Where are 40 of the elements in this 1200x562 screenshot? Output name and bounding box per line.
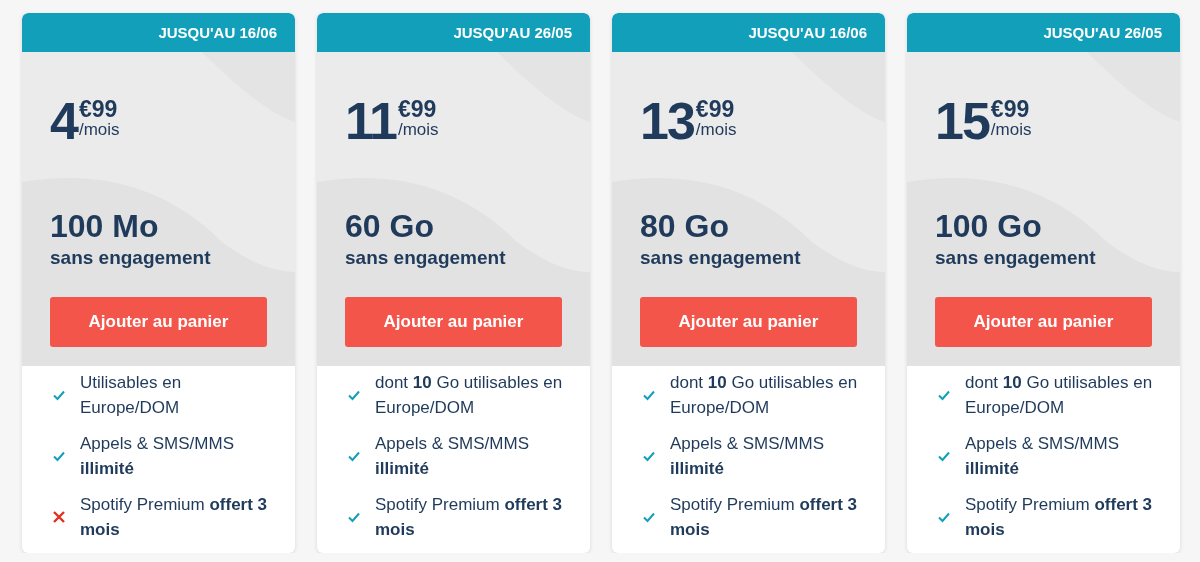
add-to-cart-button[interactable]: Ajouter au panier — [935, 297, 1152, 347]
feature-text: Spotify Premium offert 3 mois — [965, 494, 1154, 541]
feature-text: dont 10 Go utilisables en Europe/DOM — [375, 372, 564, 419]
price-cents: €99 — [398, 98, 438, 120]
feature-text: dont 10 Go utilisables en Europe/DOM — [965, 372, 1154, 419]
deadline-banner: JUSQU'AU 26/05 — [907, 13, 1180, 52]
price-amount: 13 — [640, 96, 694, 146]
price-period: /mois — [78, 120, 120, 140]
feature-text: Spotify Premium offert 3 mois — [80, 494, 269, 541]
deadline-banner: JUSQU'AU 16/06 — [22, 13, 295, 52]
price-amount: 4 — [50, 96, 77, 146]
feature-text: Spotify Premium offert 3 mois — [670, 494, 859, 541]
price-cents: €99 — [990, 98, 1031, 120]
data-allowance: 100 Mo — [50, 207, 160, 246]
data-allowance: 80 Go — [640, 207, 730, 246]
add-to-cart-button[interactable]: Ajouter au panier — [345, 297, 562, 347]
price-period: /mois — [990, 120, 1032, 140]
deadline-banner: JUSQU'AU 16/06 — [612, 13, 885, 52]
commitment-label: sans engagement — [935, 246, 1097, 270]
feature-text: Appels & SMS/MMS illimité — [670, 433, 825, 480]
price-cents: €99 — [78, 98, 119, 120]
add-to-cart-button[interactable]: Ajouter au panier — [50, 297, 267, 347]
feature-text: Appels & SMS/MMS illimité — [965, 433, 1120, 480]
feature-text: Utilisables en Europe/DOM — [80, 372, 183, 419]
feature-text: Appels & SMS/MMS illimité — [80, 433, 235, 480]
data-allowance: 100 Go — [935, 207, 1043, 246]
commitment-label: sans engagement — [345, 246, 507, 270]
feature-text: Appels & SMS/MMS illimité — [375, 433, 530, 480]
price-amount: 11 — [345, 96, 396, 146]
price-amount: 15 — [935, 96, 989, 146]
price-cents: €99 — [695, 98, 736, 120]
price-period: /mois — [398, 120, 439, 140]
price-period: /mois — [695, 120, 737, 140]
feature-text: dont 10 Go utilisables en Europe/DOM — [670, 372, 859, 419]
add-to-cart-button[interactable]: Ajouter au panier — [640, 297, 857, 347]
deadline-banner: JUSQU'AU 26/05 — [317, 13, 590, 52]
commitment-label: sans engagement — [640, 246, 802, 270]
commitment-label: sans engagement — [50, 246, 212, 270]
feature-text: Spotify Premium offert 3 mois — [375, 494, 564, 541]
data-allowance: 60 Go — [345, 207, 435, 246]
